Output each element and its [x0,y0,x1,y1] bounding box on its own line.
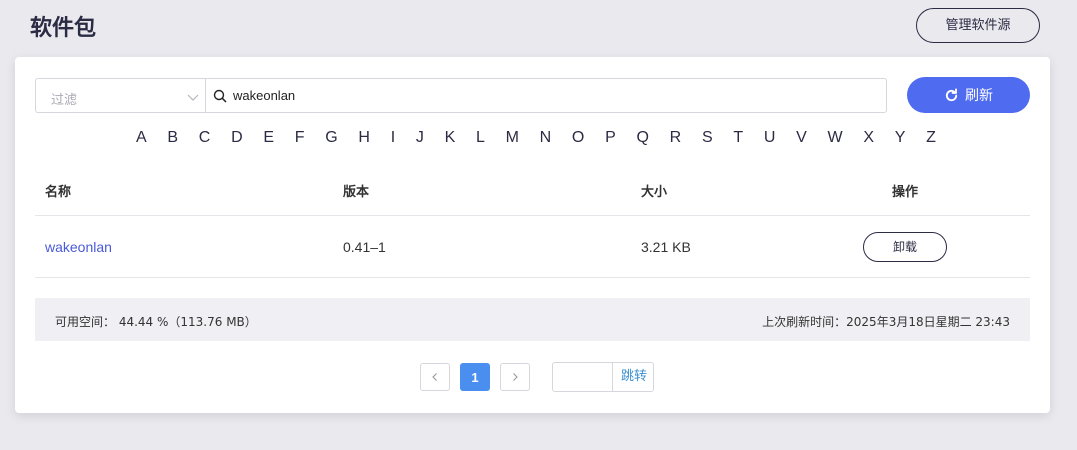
alphabet-letter-s[interactable]: S [702,129,713,149]
next-page-button[interactable] [500,363,530,391]
alphabet-letter-z[interactable]: Z [926,129,936,149]
filter-select-placeholder: 过滤 [51,93,78,108]
alphabet-letter-q[interactable]: Q [636,129,648,149]
alphabet-letter-n[interactable]: N [540,129,552,149]
alphabet-letter-y[interactable]: Y [895,129,906,149]
free-space-text: 可用空间： 44.44 %（113.76 MB） [55,315,257,329]
uninstall-button[interactable]: 卸载 [863,231,947,262]
alphabet-letter-k[interactable]: K [445,129,456,149]
column-header-size: 大小 [641,185,668,200]
status-bar: 可用空间： 44.44 %（113.76 MB） 上次刷新时间：2025年3月1… [35,298,1030,341]
alphabet-letter-d[interactable]: D [231,129,243,149]
table-row: wakeonlan 0.41–1 3.21 KB 卸载 [35,216,1030,278]
alphabet-letter-r[interactable]: R [670,129,682,149]
refresh-icon [945,87,958,101]
alphabet-letter-b[interactable]: B [167,129,178,149]
alphabet-letter-a[interactable]: A [136,129,147,149]
alphabet-letter-u[interactable]: U [764,129,776,149]
column-header-action: 操作 [891,185,918,200]
page-jump-button[interactable]: 跳转 [614,363,654,391]
alphabet-letter-e[interactable]: E [263,129,274,149]
package-name-link[interactable]: wakeonlan [45,239,112,255]
chevron-down-icon [187,94,199,101]
alphabet-letter-j[interactable]: J [416,129,424,149]
alphabet-letter-x[interactable]: X [863,129,874,149]
manage-sources-button[interactable]: 管理软件源 [916,8,1040,43]
filter-select[interactable]: 过滤 [35,78,206,113]
refresh-button[interactable]: 刷新 [907,77,1030,113]
alphabet-letter-v[interactable]: V [796,129,807,149]
chevron-left-icon [432,373,437,381]
page-jump: 跳转 [552,362,654,392]
column-header-name: 名称 [45,185,72,200]
alphabet-letter-m[interactable]: M [506,129,519,149]
table-header: 名称 版本 大小 操作 [35,166,1030,216]
prev-page-button[interactable] [420,363,450,391]
search-input[interactable] [233,79,873,112]
alphabet-filter: AB CDE FG H I J KL M NO PQ RST UV WX YZ [136,129,936,149]
alphabet-letter-i[interactable]: I [391,129,395,149]
alphabet-letter-p[interactable]: P [605,129,616,149]
alphabet-letter-f[interactable]: F [295,129,305,149]
page-1-button[interactable]: 1 [460,363,490,391]
alphabet-letter-t[interactable]: T [733,129,743,149]
alphabet-letter-w[interactable]: W [828,129,843,149]
alphabet-letter-o[interactable]: O [572,129,584,149]
refresh-label: 刷新 [965,88,993,104]
chevron-right-icon [513,373,518,381]
page-jump-input[interactable] [553,363,613,391]
search-icon [213,89,227,103]
package-version: 0.41–1 [343,238,386,255]
alphabet-letter-c[interactable]: C [199,129,211,149]
alphabet-letter-l[interactable]: L [476,129,485,149]
search-field[interactable] [205,78,887,113]
package-size: 3.21 KB [641,238,691,255]
column-header-version: 版本 [343,185,370,200]
last-refresh-text: 上次刷新时间：2025年3月18日星期二 23:43 [762,315,1010,329]
alphabet-letter-h[interactable]: H [358,129,370,149]
alphabet-letter-g[interactable]: G [325,129,337,149]
packages-card: 过滤 刷新 AB CDE FG H I J KL M NO PQ RST UV WX YZ 名称 版本 大… [15,57,1050,413]
page-title: 软件包 [30,16,97,41]
